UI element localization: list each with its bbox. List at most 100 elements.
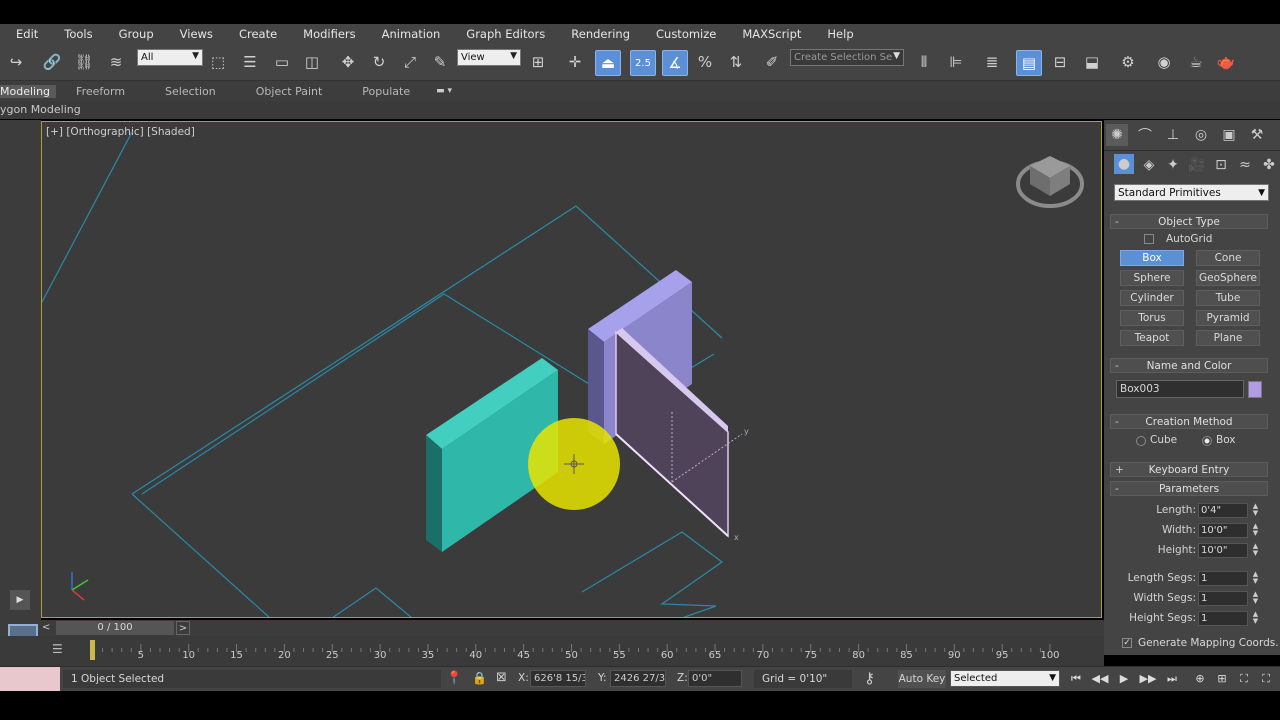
use-pivot-icon[interactable]: ⊞ [526,50,550,74]
prev-frame-icon[interactable]: < [42,622,54,634]
previous-key-icon[interactable]: ◀◀ [1090,670,1110,687]
menu-item-create[interactable]: Create [223,27,287,41]
go-to-start-icon[interactable]: ⏮ [1066,670,1086,687]
next-key-icon[interactable]: ▶▶ [1138,670,1158,687]
menu-item-animation[interactable]: Animation [366,27,451,41]
curve-editor-icon[interactable]: ⬓ [1080,50,1104,74]
rect-selection-icon[interactable]: ▭ [270,50,294,74]
isolate-selection-icon[interactable]: 📍 [446,671,462,686]
object-type-teapot-button[interactable]: Teapot [1120,330,1184,346]
menu-item-graph-editors[interactable]: Graph Editors [450,27,555,41]
object-type-geosphere-button[interactable]: GeoSphere [1196,270,1260,286]
material-editor-icon[interactable]: ◉ [1152,50,1176,74]
creation-method-rollout[interactable]: - Creation Method [1110,414,1268,429]
object-type-cylinder-button[interactable]: Cylinder [1120,290,1184,306]
place-icon[interactable]: ✎ [428,50,452,74]
ref-coord-dropdown[interactable]: View ▼ [457,49,521,66]
scale-icon[interactable]: ⤢ [398,50,422,74]
link-icon[interactable]: 🔗 [40,50,64,74]
systems-icon[interactable]: ✤ [1258,154,1280,176]
ribbon-tab-populate[interactable]: Populate [342,85,430,98]
menu-item-help[interactable]: Help [811,27,863,41]
timeline-menu-icon[interactable]: ☰ [52,642,68,656]
parameters-rollout[interactable]: - Parameters [1110,481,1268,496]
ribbon-tab-freeform[interactable]: Freeform [56,85,145,98]
unlink-icon[interactable]: ⛓ [72,50,96,74]
ribbon-tab-modeling[interactable]: Modeling [0,84,57,98]
maxscript-listener-mini[interactable] [0,667,60,691]
param-value-field[interactable]: 1 [1198,611,1248,626]
object-type-rollout[interactable]: - Object Type [1110,214,1268,229]
object-type-box-button[interactable]: Box [1120,250,1184,266]
select-by-name-icon[interactable]: ☰ [238,50,262,74]
param-value-field[interactable]: 1 [1198,571,1248,586]
cameras-icon[interactable]: 🎥 [1186,154,1208,176]
zoom-all-icon[interactable]: ⊞ [1212,670,1232,687]
scene-explorer-icon[interactable]: ▤ [1016,50,1042,76]
move-icon[interactable]: ✥ [336,50,360,74]
param-value-field[interactable]: 10'0" [1198,543,1248,558]
zoom-extents-icon[interactable]: ⛶ [1234,670,1254,687]
mirror-icon[interactable]: ⫴ [912,50,936,74]
ribbon-tab-selection[interactable]: Selection [145,85,236,98]
display-tab-icon[interactable]: ▣ [1218,124,1240,146]
spinner-icon[interactable]: ▲ ▼ [1251,611,1260,626]
mapping-checkbox[interactable]: ✓ [1122,638,1132,648]
category-dropdown[interactable]: Standard Primitives ▼ [1114,184,1269,201]
percent-snap-icon[interactable]: % [693,50,717,74]
time-slider[interactable]: < 0 / 100 > [0,620,1104,636]
helpers-icon[interactable]: ⊡ [1210,154,1232,176]
ribbon-tab-object-paint[interactable]: Object Paint [236,85,343,98]
param-value-field[interactable]: 0'4" [1198,503,1248,518]
menu-item-customize[interactable]: Customize [640,27,726,41]
spinner-snap-icon[interactable]: ⇅ [724,50,748,74]
spinner-icon[interactable]: ▲ ▼ [1251,571,1260,586]
snaps-toggle-icon[interactable]: 2.5 [630,50,656,76]
menu-item-rendering[interactable]: Rendering [555,27,640,41]
orthographic-viewport[interactable]: [+] [Orthographic] [Shaded] y x [41,121,1102,618]
menu-item-maxscript[interactable]: MAXScript [726,27,811,41]
layer-explorer-icon[interactable]: ≣ [980,50,1004,74]
keyboard-shortcut-override-icon[interactable]: ⏏ [595,50,621,76]
render-production-icon[interactable]: 🫖 [1214,50,1238,74]
select-manipulate-icon[interactable]: ✛ [563,50,587,74]
polygon-modeling-label[interactable]: ygon Modeling [0,103,81,116]
object-color-swatch[interactable] [1248,381,1262,398]
menu-item-views[interactable]: Views [164,27,223,41]
menu-item-modifiers[interactable]: Modifiers [287,27,366,41]
window-crossing-icon[interactable]: ◫ [300,50,324,74]
key-mode-dropdown[interactable]: Selected ▼ [950,670,1060,687]
graphite-toolbar-icon[interactable]: ⊟ [1048,50,1072,74]
go-to-end-icon[interactable]: ⏭ [1162,670,1182,687]
selection-lock-icon[interactable]: 🔒 [472,671,487,685]
align-icon[interactable]: ⊫ [944,50,968,74]
spinner-icon[interactable]: ▲ ▼ [1251,591,1260,606]
zoom-icon[interactable]: ⊕ [1190,670,1210,687]
select-object-icon[interactable]: ⬚ [206,50,230,74]
scene-canvas[interactable]: y x [42,122,1102,618]
play-expand-icon[interactable]: ▶ [10,590,30,610]
ribbon-options-icon[interactable]: ▬ ▾ [436,86,452,96]
cube-radio[interactable] [1136,436,1146,446]
shapes-icon[interactable]: ◈ [1138,154,1160,176]
object-type-torus-button[interactable]: Torus [1120,310,1184,326]
edit-named-selection-icon[interactable]: ✐ [760,50,784,74]
param-value-field[interactable]: 1 [1198,591,1248,606]
object-type-plane-button[interactable]: Plane [1196,330,1260,346]
menu-item-tools[interactable]: Tools [48,27,102,41]
spinner-icon[interactable]: ▲ ▼ [1251,503,1260,518]
redo-icon[interactable]: ↪ [4,50,28,74]
play-icon[interactable]: ▶ [1114,670,1134,687]
motion-tab-icon[interactable]: ◎ [1190,124,1212,146]
modify-tab-icon[interactable]: ⌒ [1134,124,1156,146]
menu-item-edit[interactable]: Edit [0,27,48,41]
create-tab-icon[interactable]: ✺ [1106,124,1128,146]
autogrid-checkbox[interactable] [1144,234,1154,244]
render-setup-icon[interactable]: ☕ [1184,50,1208,74]
frame-indicator[interactable]: 0 / 100 [56,621,174,635]
object-type-cone-button[interactable]: Cone [1196,250,1260,266]
rotate-icon[interactable]: ↻ [367,50,391,74]
object-name-field[interactable]: Box003 [1116,380,1244,398]
next-frame-icon[interactable]: > [176,621,190,635]
spinner-icon[interactable]: ▲ ▼ [1251,523,1260,538]
